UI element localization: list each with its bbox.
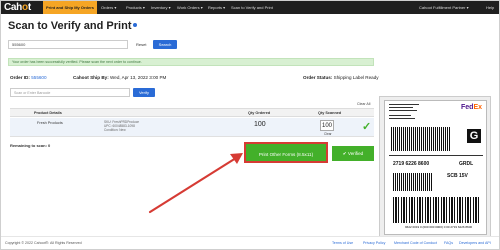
label-text-line	[389, 104, 419, 106]
label-tracking-number: 2719 6226 8600	[393, 161, 430, 167]
footer-privacy-link[interactable]: Privacy Policy	[363, 241, 385, 245]
footer-developers-link[interactable]: Developers and API	[459, 241, 491, 245]
footer-faqs-link[interactable]: FAQs	[444, 241, 453, 245]
nav-inventory[interactable]: Inventory ▾	[151, 1, 171, 14]
header-qty-ordered: Qty Ordered	[248, 111, 271, 115]
qty-scanned-input[interactable]: 100	[320, 120, 334, 131]
order-search-input[interactable]: 555600	[8, 40, 128, 49]
clear-all-link[interactable]: Clear All	[357, 102, 370, 106]
verified-check-icon: ✓	[362, 121, 372, 133]
label-text-line	[389, 110, 417, 112]
label-service-code: GRDL	[459, 161, 474, 167]
nav-products[interactable]: Products ▾	[126, 1, 145, 14]
ship-by-label: Cahoot Ship By:	[73, 75, 109, 80]
nav-work-orders[interactable]: Work Orders ▾	[177, 1, 203, 14]
search-button[interactable]: Search	[153, 40, 177, 49]
barcode-scan-input[interactable]: Scan or Enter Barcode	[10, 88, 130, 97]
label-text-line	[389, 115, 411, 117]
table-row: Fresh Products SKU: FreshPRDProduce UPC:…	[10, 118, 374, 137]
label-text-line	[389, 107, 413, 109]
label-barcode-number: 9622 0019 0 (000 000 0000) 0 00 2719 622…	[405, 225, 473, 229]
order-id-label: Order ID:	[10, 75, 30, 80]
ground-service-icon: G	[467, 129, 481, 143]
remaining-to-scan: Remaining to scan: 0	[10, 143, 51, 148]
label-2d-barcode	[391, 127, 451, 151]
product-identifiers: SKU: FreshPRDProduce UPC: 60048583-1098 …	[104, 120, 139, 132]
shipping-label-image[interactable]: FedEx G 2719 6226 8600 GRDL SCB 15V 9622…	[384, 100, 487, 235]
label-routing-code: SCB 15V	[447, 173, 468, 179]
product-table-header: Product Details Qty Ordered Qty Scanned	[10, 108, 374, 117]
nav-reports[interactable]: Reports ▾	[208, 1, 225, 14]
order-status-label: Order Status:	[303, 75, 333, 80]
cahoot-logo[interactable]: Cahot	[4, 1, 31, 14]
reset-button[interactable]: Reset	[136, 40, 146, 49]
account-menu[interactable]: Cahoot Fulfillment Partner ▾	[419, 1, 469, 14]
verify-button[interactable]: Verify	[133, 88, 155, 97]
header-qty-scanned: Qty Scanned	[318, 111, 342, 115]
order-id-link[interactable]: 555600	[31, 75, 46, 80]
page-footer: Copyright © 2022 Cahoot®. All Rights Res…	[1, 236, 499, 249]
print-other-forms-button[interactable]: Print Other Forms (8.5x11)	[244, 142, 328, 163]
footer-conduct-link[interactable]: Merchant Code of Conduct	[394, 241, 437, 245]
page-title: Scan to Verify and Print	[8, 20, 138, 32]
verified-button[interactable]: ✔ Verified	[332, 146, 374, 161]
product-name: Fresh Products	[37, 121, 63, 125]
fedex-logo: FedEx	[460, 104, 482, 111]
header-product-details: Product Details	[34, 111, 62, 115]
row-clear-link[interactable]: Clear	[324, 132, 332, 136]
nav-orders[interactable]: Orders ▾	[101, 1, 116, 14]
order-id-line: Order ID: 555600	[10, 75, 47, 80]
ship-by-value: Wed, Apr 13, 2022 3:00 PM	[110, 75, 167, 80]
page-title-text: Scan to Verify and Print	[8, 20, 132, 32]
label-divider	[389, 155, 483, 156]
qty-ordered-value: 100	[254, 121, 266, 128]
help-link[interactable]: Help	[486, 1, 494, 14]
nav-scan-to-verify[interactable]: Scan to Verify and Print	[231, 1, 273, 14]
success-alert: Your order has been successfully verifie…	[8, 58, 374, 66]
label-barcode	[393, 197, 479, 223]
label-text-line	[389, 118, 415, 120]
order-status-value: Shipping Label Ready	[333, 75, 379, 80]
copyright-text: Copyright © 2022 Cahoot®. All Rights Res…	[5, 241, 82, 245]
barcode-placeholder: Scan or Enter Barcode	[14, 91, 51, 95]
order-status-line: Order Status: Shipping Label Ready	[303, 75, 379, 80]
product-condition: Condition: New	[104, 128, 126, 132]
nav-print-and-ship[interactable]: Print and Ship My Orders	[43, 1, 98, 14]
top-navbar: Cahot Print and Ship My Orders Orders ▾ …	[1, 1, 499, 14]
label-maxicode	[393, 173, 433, 191]
info-icon[interactable]	[133, 22, 138, 27]
ship-by-line: Cahoot Ship By: Wed, Apr 13, 2022 3:00 P…	[73, 75, 166, 80]
footer-terms-link[interactable]: Terms of Use	[332, 241, 353, 245]
